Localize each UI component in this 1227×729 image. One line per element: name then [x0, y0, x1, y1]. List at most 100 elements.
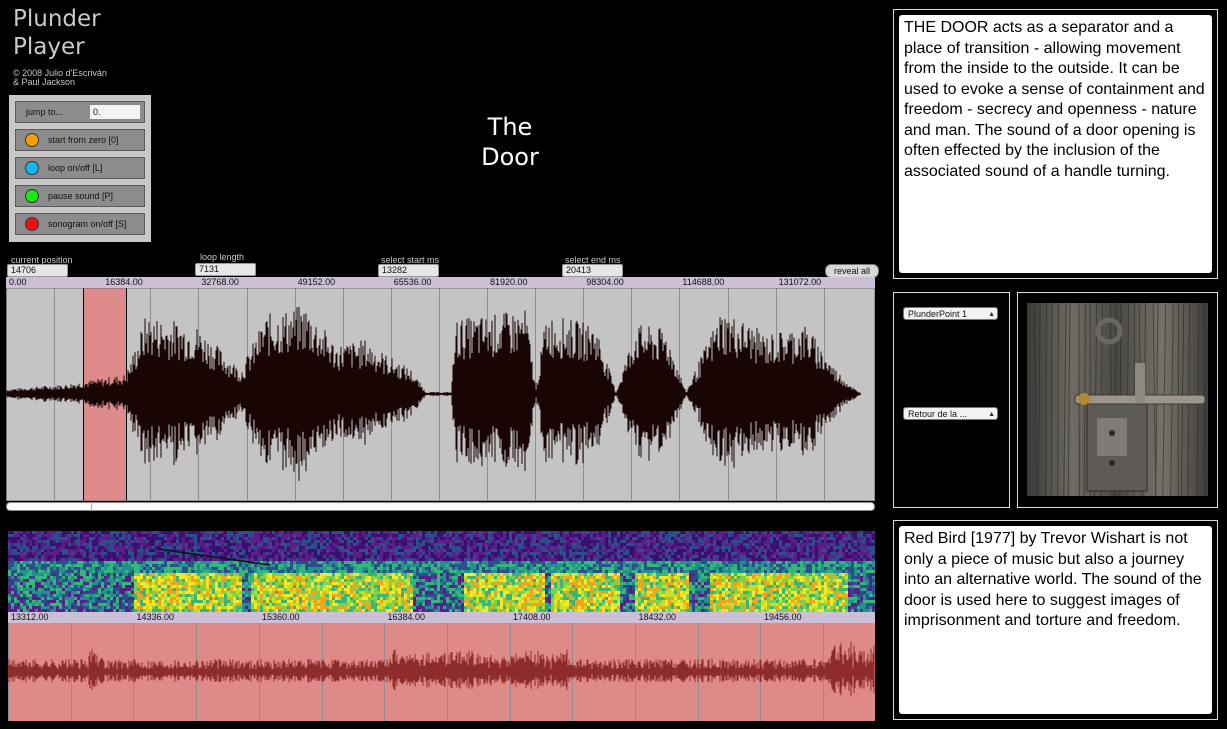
pause-sound-button[interactable]: pause sound [P] — [15, 185, 145, 207]
sonogram-cell — [449, 582, 452, 585]
sonogram-cell — [251, 594, 254, 597]
sonogram-cell — [188, 570, 191, 573]
sonogram-cell — [41, 603, 44, 606]
sonogram-toggle-label: sonogram on/off [S] — [48, 219, 127, 229]
sonogram-cell — [452, 579, 455, 582]
sonogram-cell — [206, 600, 209, 603]
sonogram-cell — [368, 597, 371, 600]
sonogram-cell — [101, 531, 104, 534]
sonogram-cell — [14, 558, 17, 561]
select-start-field[interactable]: 13282 — [378, 264, 439, 277]
sonogram-cell — [326, 555, 329, 558]
sonogram-cell — [104, 534, 107, 537]
sonogram-cell — [110, 555, 113, 558]
sonogram-cell — [422, 585, 425, 588]
sonogram-cell — [188, 555, 191, 558]
sonogram-cell — [320, 582, 323, 585]
sonogram-cell — [248, 540, 251, 543]
sonogram-cell — [80, 582, 83, 585]
sonogram-cell — [314, 537, 317, 540]
sonogram-cell — [329, 531, 332, 534]
sonogram-cell — [50, 591, 53, 594]
sonogram-cell — [503, 543, 506, 546]
sonogram-cell — [551, 606, 554, 609]
sonogram-cell — [422, 582, 425, 585]
sonogram-cell — [209, 561, 212, 564]
sonogram-cell — [521, 552, 524, 555]
sonogram-cell — [26, 573, 29, 576]
sonogram-cell — [437, 543, 440, 546]
sonogram-cell — [413, 564, 416, 567]
sonogram-cell — [143, 588, 146, 591]
sonogram-cell — [137, 555, 140, 558]
sonogram-cell — [197, 579, 200, 582]
sonogram-cell — [449, 591, 452, 594]
sonogram-cell — [323, 543, 326, 546]
sonogram-cell — [59, 558, 62, 561]
sonogram-cell — [134, 591, 137, 594]
loop-indicator-icon — [25, 161, 39, 175]
sonogram-cell — [38, 603, 41, 606]
sonogram-cell — [539, 531, 542, 534]
sonogram-cell — [392, 546, 395, 549]
sonogram-cell — [266, 543, 269, 546]
sonogram-cell — [32, 552, 35, 555]
reveal-all-button[interactable]: reveal all — [825, 264, 879, 278]
sonogram-cell — [65, 576, 68, 579]
sonogram-cell — [347, 540, 350, 543]
loop-toggle-button[interactable]: loop on/off [L] — [15, 157, 145, 179]
current-position-field[interactable]: 14706 — [7, 264, 68, 277]
sonogram-cell — [341, 534, 344, 537]
sonogram-cell — [533, 537, 536, 540]
sonogram-cell — [191, 603, 194, 606]
sonogram-cell — [281, 540, 284, 543]
sonogram-cell — [299, 570, 302, 573]
sonogram-cell — [347, 570, 350, 573]
sonogram-cell — [527, 576, 530, 579]
waveform-scrollbar[interactable] — [6, 502, 875, 511]
sonogram-cell — [329, 567, 332, 570]
sonogram-cell — [509, 534, 512, 537]
sonogram-cell — [551, 597, 554, 600]
sonogram-cell — [470, 534, 473, 537]
sonogram-cell — [110, 558, 113, 561]
sonogram-cell — [461, 582, 464, 585]
sonogram-cell — [293, 552, 296, 555]
sonogram-cell — [80, 573, 83, 576]
sonogram-view[interactable] — [8, 531, 875, 612]
jump-to-input[interactable] — [90, 105, 140, 119]
sonogram-cell — [131, 603, 134, 606]
sonogram-cell — [89, 585, 92, 588]
sonogram-cell — [389, 600, 392, 603]
sonogram-toggle-button[interactable]: sonogram on/off [S] — [15, 213, 145, 235]
sonogram-cell — [461, 555, 464, 558]
start-from-zero-button[interactable]: start from zero [0] — [15, 129, 145, 151]
loop-length-field[interactable]: 7131 — [195, 263, 256, 276]
sonogram-cell — [32, 567, 35, 570]
sonogram-cell — [365, 591, 368, 594]
select-end-field[interactable]: 20413 — [562, 264, 623, 277]
sonogram-cell — [410, 534, 413, 537]
sonogram-cell — [479, 594, 482, 597]
sonogram-cell — [68, 561, 71, 564]
main-waveform-view[interactable] — [6, 288, 875, 501]
sonogram-cell — [482, 546, 485, 549]
scrollbar-thumb[interactable] — [91, 502, 92, 511]
sonogram-cell — [77, 549, 80, 552]
sonogram-cell — [479, 561, 482, 564]
sonogram-cell — [140, 546, 143, 549]
sonogram-cell — [332, 558, 335, 561]
sonogram-cell — [23, 537, 26, 540]
sonogram-cell — [203, 567, 206, 570]
sonogram-cell — [401, 582, 404, 585]
sonogram-cell — [464, 543, 467, 546]
sonogram-cell — [107, 579, 110, 582]
sonogram-cell — [245, 558, 248, 561]
sonogram-cell — [500, 567, 503, 570]
sonogram-cell — [506, 582, 509, 585]
sonogram-cell — [128, 531, 131, 534]
sonogram-cell — [125, 555, 128, 558]
sonogram-cell — [551, 558, 554, 561]
sonogram-cell — [314, 597, 317, 600]
sonogram-cell — [284, 606, 287, 609]
